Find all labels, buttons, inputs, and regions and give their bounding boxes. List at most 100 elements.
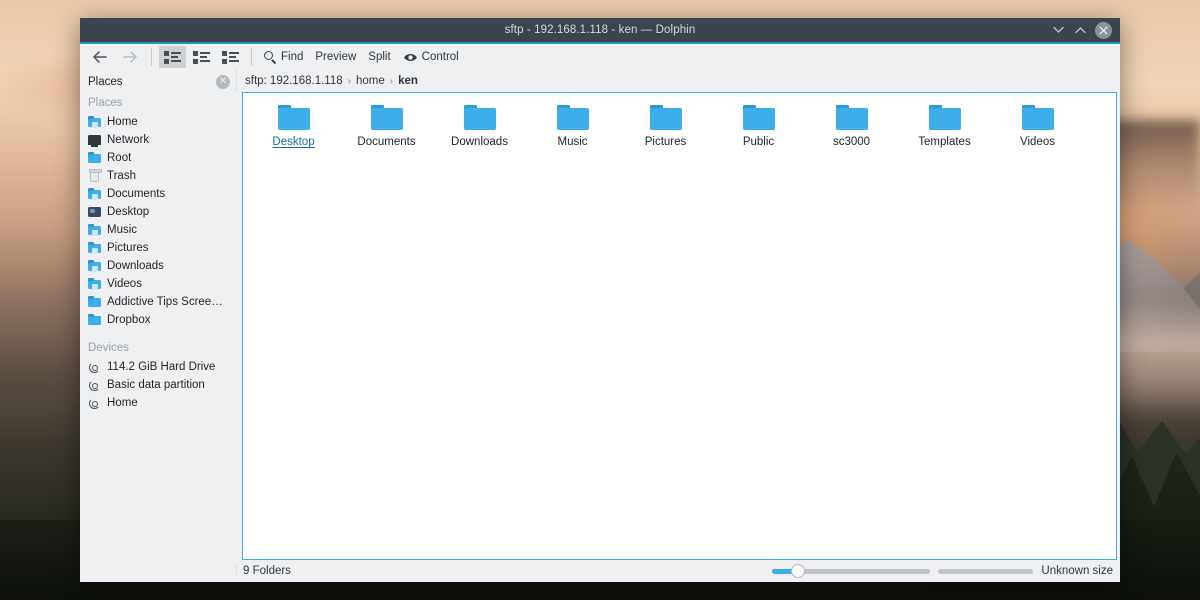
sidebar-item-label: Root <box>107 152 131 164</box>
zoom-slider-handle[interactable] <box>791 564 805 578</box>
file-item-downloads[interactable]: Downloads <box>433 101 526 155</box>
sidebar-item-hard-drive[interactable]: 114.2 GiB Hard Drive <box>80 358 236 376</box>
toolbar-separator-1 <box>151 48 152 66</box>
control-label: Control <box>422 51 459 63</box>
status-bar: 9 Folders Unknown size <box>236 560 1119 582</box>
preview-button[interactable]: Preview <box>310 46 361 68</box>
file-item-desktop[interactable]: Desktop <box>247 101 340 155</box>
sidebar-item-videos[interactable]: Videos <box>80 275 236 293</box>
sidebar-item-pictures[interactable]: Pictures <box>80 239 236 257</box>
drive-icon <box>88 361 101 374</box>
sidebar-item-desktop[interactable]: Desktop <box>80 203 236 221</box>
eye-icon <box>403 52 418 63</box>
sidebar-item-home-device[interactable]: Home <box>80 394 236 412</box>
breadcrumb-current[interactable]: ken <box>398 75 418 87</box>
places-panel-title: Places <box>88 76 123 88</box>
zoom-slider[interactable] <box>772 564 930 578</box>
sidebar-item-label: Home <box>107 116 138 128</box>
trash-icon <box>88 170 101 183</box>
forward-button[interactable] <box>116 46 144 68</box>
maximize-icon[interactable] <box>1073 23 1087 37</box>
folder-icon <box>88 296 101 309</box>
sidebar-item-downloads[interactable]: Downloads <box>80 257 236 275</box>
chevron-right-icon: › <box>348 76 351 87</box>
folder-icon <box>557 105 589 131</box>
file-item-videos[interactable]: Videos <box>991 101 1084 155</box>
file-item-label: Templates <box>918 136 970 149</box>
sidebar-item-label: Videos <box>107 278 142 290</box>
file-item-pictures[interactable]: Pictures <box>619 101 712 155</box>
file-count-label: 9 Folders <box>236 565 291 577</box>
folder-icon <box>650 105 682 131</box>
total-size-label: Unknown size <box>1041 565 1113 577</box>
folder-icon <box>743 105 775 131</box>
status-progress-bar <box>938 569 1033 574</box>
sidebar-item-label: Pictures <box>107 242 149 254</box>
view-mode-details-button[interactable] <box>217 46 244 68</box>
control-button[interactable]: Control <box>398 46 464 68</box>
file-item-label: Downloads <box>451 136 508 149</box>
view-mode-icons-button[interactable] <box>159 46 186 68</box>
sidebar-item-addictive-tips-screenshots[interactable]: Addictive Tips Screenshots <box>80 293 236 311</box>
file-item-documents[interactable]: Documents <box>340 101 433 155</box>
search-icon <box>264 51 277 64</box>
folder-icon <box>1022 105 1054 131</box>
breadcrumb[interactable]: sftp: 192.168.1.118 › home › ken <box>236 70 1119 92</box>
sidebar-item-label: Documents <box>107 188 165 200</box>
sidebar-item-label: Dropbox <box>107 314 150 326</box>
sidebar-item-home[interactable]: Home <box>80 113 236 131</box>
find-button[interactable]: Find <box>259 46 308 68</box>
folder-icon <box>278 105 310 131</box>
preview-label: Preview <box>315 51 356 63</box>
places-panel-header: Places ✕ <box>80 72 236 92</box>
music-folder-icon <box>88 224 101 237</box>
close-panel-icon[interactable]: ✕ <box>216 75 230 89</box>
window-titlebar: sftp - 192.168.1.118 - ken — Dolphin <box>80 18 1120 42</box>
places-panel: Places ✕ Places Home Network Root <box>80 70 236 582</box>
file-item-label: Pictures <box>645 136 687 149</box>
file-item-public[interactable]: Public <box>712 101 805 155</box>
back-button[interactable] <box>86 46 114 68</box>
folder-icon <box>929 105 961 131</box>
sidebar-item-label: 114.2 GiB Hard Drive <box>107 361 215 373</box>
file-view[interactable]: Desktop Documents Downloads Music <box>242 92 1117 560</box>
breadcrumb-home[interactable]: home <box>356 75 385 87</box>
folder-icon <box>371 105 403 131</box>
file-item-sc3000[interactable]: sc3000 <box>805 101 898 155</box>
sidebar-item-root[interactable]: Root <box>80 149 236 167</box>
drive-icon <box>88 379 101 392</box>
sidebar-item-label: Network <box>107 134 149 146</box>
compact-view-icon <box>193 51 210 64</box>
desktop-wallpaper: sftp - 192.168.1.118 - ken — Dolphin <box>0 0 1200 600</box>
drive-icon <box>88 397 101 410</box>
file-item-music[interactable]: Music <box>526 101 619 155</box>
desktop-icon <box>88 206 101 219</box>
split-button[interactable]: Split <box>363 46 395 68</box>
toolbar-separator-2 <box>251 48 252 66</box>
sidebar-item-label: Addictive Tips Screenshots <box>107 296 228 308</box>
icons-view-icon <box>164 51 181 64</box>
view-mode-compact-button[interactable] <box>188 46 215 68</box>
file-item-label: Documents <box>357 136 415 149</box>
split-label: Split <box>368 51 390 63</box>
sidebar-item-dropbox[interactable]: Dropbox <box>80 311 236 329</box>
file-item-templates[interactable]: Templates <box>898 101 991 155</box>
details-view-icon <box>222 51 239 64</box>
documents-folder-icon <box>88 188 101 201</box>
find-label: Find <box>281 51 303 63</box>
sidebar-item-music[interactable]: Music <box>80 221 236 239</box>
minimize-icon[interactable] <box>1051 23 1065 37</box>
sidebar-item-network[interactable]: Network <box>80 131 236 149</box>
folder-icon <box>88 314 101 327</box>
file-item-label: Public <box>743 136 774 149</box>
sidebar-item-label: Music <box>107 224 137 236</box>
breadcrumb-host[interactable]: sftp: 192.168.1.118 <box>245 75 343 87</box>
videos-folder-icon <box>88 278 101 291</box>
devices-group-label: Devices <box>80 329 236 358</box>
sidebar-item-trash[interactable]: Trash <box>80 167 236 185</box>
folder-icon <box>464 105 496 131</box>
sidebar-item-documents[interactable]: Documents <box>80 185 236 203</box>
sidebar-item-label: Downloads <box>107 260 164 272</box>
sidebar-item-basic-data-partition[interactable]: Basic data partition <box>80 376 236 394</box>
close-icon[interactable] <box>1095 22 1112 39</box>
